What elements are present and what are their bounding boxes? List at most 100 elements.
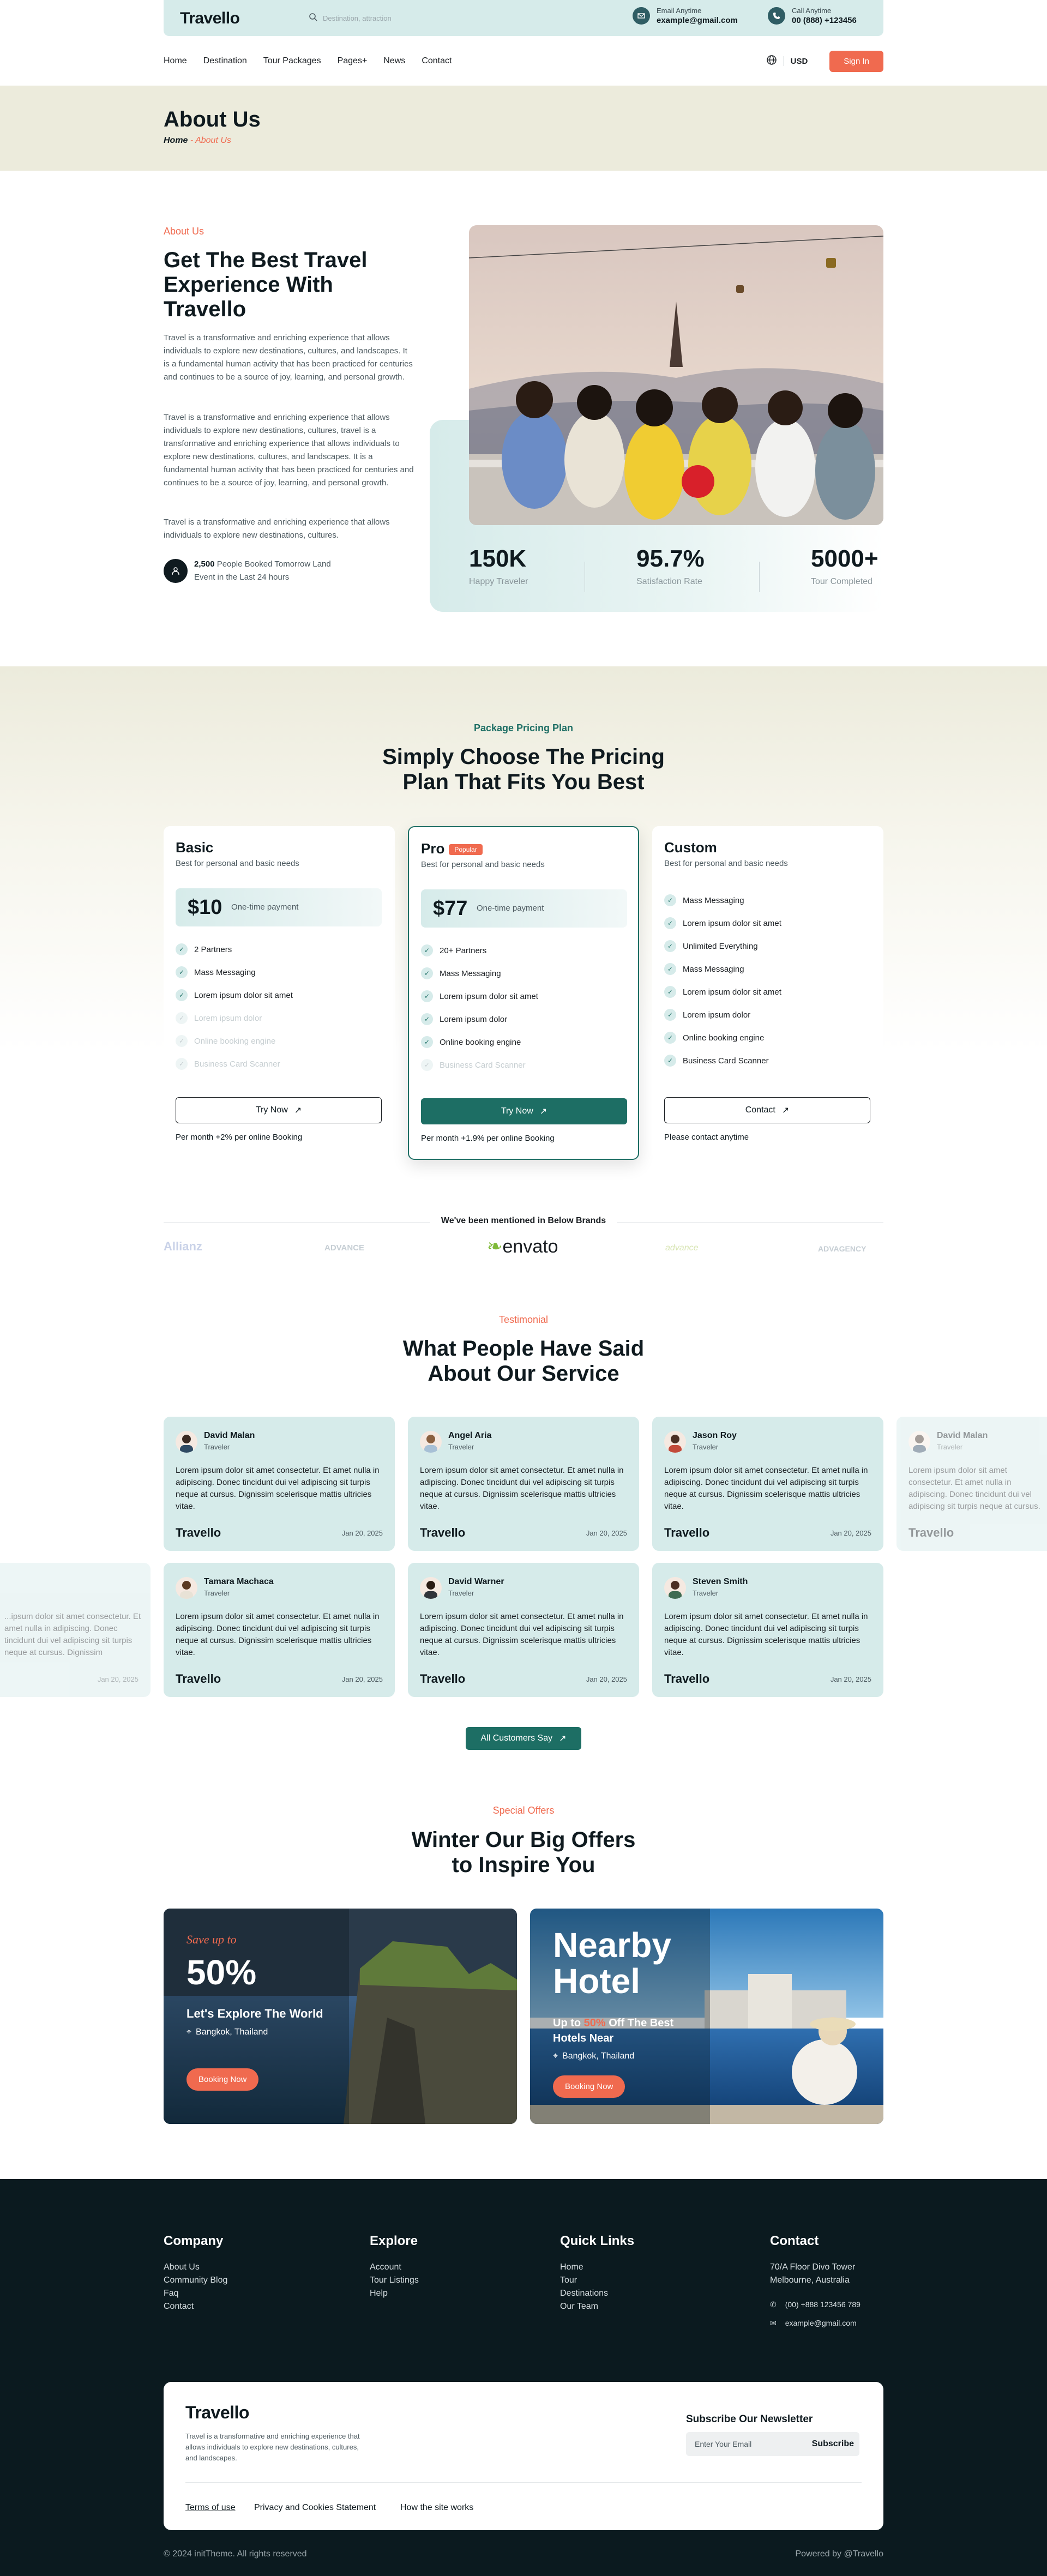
- card-logo: Travello: [176, 1526, 221, 1539]
- check-icon: ✓: [176, 1058, 188, 1070]
- stat-value: 150K: [469, 545, 527, 572]
- footer-email[interactable]: ✉ example@gmail.com: [770, 2316, 861, 2330]
- all-customers-button[interactable]: All Customers Say ↗: [466, 1727, 581, 1750]
- check-icon: ✓: [176, 943, 188, 955]
- testimonial-card-partial: David Malan Traveler Lorem ipsum dolor s…: [896, 1417, 1047, 1551]
- feature-item-disabled: ✓ Business Card Scanner: [176, 1058, 280, 1070]
- how-it-works-link[interactable]: How the site works: [400, 2503, 473, 2513]
- nav-contact[interactable]: Contact: [422, 56, 452, 66]
- avatar: [664, 1431, 686, 1453]
- review-text: Lorem ipsum dolor sit amet consectetur. …: [908, 1466, 1040, 1511]
- logo[interactable]: Travello: [180, 9, 240, 28]
- footer-col-explore: Explore Account Tour Listings Help: [370, 2234, 419, 2300]
- offer-card-hotel: Nearby Hotel Up to 50% Off The Best Hotel…: [530, 1909, 883, 2124]
- arrow-up-right-icon: ↗: [559, 1734, 567, 1743]
- feature-item: ✓ Unlimited Everything: [664, 940, 758, 952]
- avatar: [420, 1577, 442, 1599]
- nav-news[interactable]: News: [383, 56, 405, 66]
- review-date: Jan 20, 2025: [830, 1529, 871, 1537]
- nav-tour-packages[interactable]: Tour Packages: [263, 56, 321, 66]
- reviewer-role: Traveler: [204, 1443, 230, 1451]
- plan-card-custom: Custom Best for personal and basic needs…: [652, 826, 883, 1160]
- currency-select[interactable]: USD: [791, 57, 808, 66]
- stat-label: Tour Completed: [811, 577, 872, 586]
- review-date: Jan 20, 2025: [586, 1675, 627, 1683]
- check-icon: ✓: [664, 986, 676, 998]
- sign-in-button[interactable]: Sign In: [829, 50, 883, 72]
- feature-item: ✓ Lorem ipsum dolor sit amet: [664, 917, 781, 929]
- booked-count: 2,500: [194, 559, 215, 569]
- footer-link[interactable]: Home: [560, 2261, 634, 2274]
- feature-item: ✓ Lorem ipsum dolor: [421, 1013, 507, 1025]
- try-now-button[interactable]: Try Now ↗: [421, 1098, 627, 1124]
- nav-home[interactable]: Home: [164, 56, 187, 66]
- footer-link[interactable]: Destinations: [560, 2287, 634, 2300]
- booked-info: 2,500 People Booked Tomorrow Land Event …: [164, 558, 331, 584]
- contact-button[interactable]: Contact ↗: [664, 1097, 870, 1123]
- brand-logo-allianz: Allianz: [164, 1239, 202, 1253]
- check-icon: ✓: [664, 917, 676, 929]
- check-icon: ✓: [421, 990, 433, 1002]
- footer-link[interactable]: About Us: [164, 2261, 227, 2274]
- plan-period: One-time payment: [231, 902, 299, 912]
- subscribe-button[interactable]: Subscribe: [812, 2432, 854, 2456]
- email-contact[interactable]: Email Anytime example@gmail.com: [633, 7, 738, 25]
- booking-now-button[interactable]: Booking Now: [186, 2068, 259, 2091]
- footer-link[interactable]: Faq: [164, 2287, 227, 2300]
- reviewer-name: Jason Roy: [693, 1431, 737, 1440]
- breadcrumb-home[interactable]: Home: [164, 136, 188, 145]
- footer-address: 70/A Floor Divo Tower: [770, 2262, 856, 2272]
- brands-title: We've been mentioned in Below Brands: [0, 1216, 1047, 1226]
- newsletter-email-input[interactable]: Enter Your Email Subscribe: [686, 2432, 859, 2456]
- feature-item: ✓ Lorem ipsum dolor sit amet: [176, 989, 293, 1001]
- search-input[interactable]: Destination, attraction: [309, 11, 483, 25]
- stat-value: 95.7%: [636, 545, 705, 572]
- booking-now-button[interactable]: Booking Now: [553, 2075, 625, 2098]
- phone-contact[interactable]: Call Anytime 00 (888) +123456: [768, 7, 857, 25]
- offers-title-1: Winter Our Big Offers: [411, 1828, 636, 1852]
- testimonial-title-2: About Our Service: [428, 1362, 619, 1386]
- check-icon: ✓: [664, 894, 676, 906]
- footer-link[interactable]: Tour Listings: [370, 2274, 419, 2287]
- nav-pages[interactable]: Pages+: [338, 56, 368, 66]
- reviewer-role: Traveler: [693, 1443, 719, 1451]
- about-eyebrow: About Us: [164, 226, 204, 237]
- review-date: Jan 20, 2025: [830, 1675, 871, 1683]
- footer-link[interactable]: Help: [370, 2287, 419, 2300]
- testimonial-card: David Malan Traveler Lorem ipsum dolor s…: [164, 1417, 395, 1551]
- plan-subtitle: Best for personal and basic needs: [664, 859, 788, 868]
- pricing-title-1: Simply Choose The Pricing: [382, 745, 665, 769]
- plan-subtitle: Best for personal and basic needs: [421, 860, 545, 869]
- footer-heading: Quick Links: [560, 2234, 635, 2248]
- feature-item: ✓ Online booking engine: [421, 1036, 521, 1048]
- check-icon: ✓: [664, 963, 676, 975]
- avatar: [176, 1577, 197, 1599]
- brand-logo-advance: ADVANCE: [324, 1243, 365, 1253]
- globe-icon[interactable]: [766, 55, 777, 68]
- privacy-link[interactable]: Privacy and Cookies Statement: [254, 2503, 376, 2513]
- try-now-button[interactable]: Try Now ↗: [176, 1097, 382, 1123]
- page-hero: About Us Home - About Us: [0, 86, 1047, 171]
- plan-footer: Please contact anytime: [664, 1133, 749, 1142]
- footer-link[interactable]: Tour: [560, 2274, 634, 2287]
- phone-icon: ✆: [770, 2300, 777, 2309]
- stat-divider: [759, 562, 760, 592]
- avatar: [664, 1577, 686, 1599]
- nav-destination[interactable]: Destination: [203, 56, 247, 66]
- offer-big-title: Nearby Hotel: [553, 1925, 671, 2001]
- reviewer-role: Traveler: [693, 1589, 719, 1597]
- feature-item: ✓ Mass Messaging: [421, 967, 501, 979]
- footer-link[interactable]: Our Team: [560, 2300, 634, 2313]
- main-nav: Home Destination Tour Packages Pages+ Ne…: [164, 36, 883, 93]
- footer-link[interactable]: Account: [370, 2261, 419, 2274]
- avatar: [908, 1431, 930, 1453]
- footer-link[interactable]: Community Blog: [164, 2274, 227, 2287]
- card-logo: Travello: [664, 1672, 710, 1686]
- footer-logo[interactable]: Travello: [185, 2403, 249, 2423]
- feature-item: ✓ 20+ Partners: [421, 944, 486, 956]
- footer-link[interactable]: Contact: [164, 2300, 227, 2313]
- stat-satisfaction: 95.7% Satisfaction Rate: [636, 545, 705, 587]
- footer-phone[interactable]: ✆ (00) +888 123456 789: [770, 2298, 861, 2311]
- terms-link[interactable]: Terms of use: [185, 2503, 236, 2513]
- review-text: Lorem ipsum dolor sit amet consectetur. …: [420, 1612, 624, 1657]
